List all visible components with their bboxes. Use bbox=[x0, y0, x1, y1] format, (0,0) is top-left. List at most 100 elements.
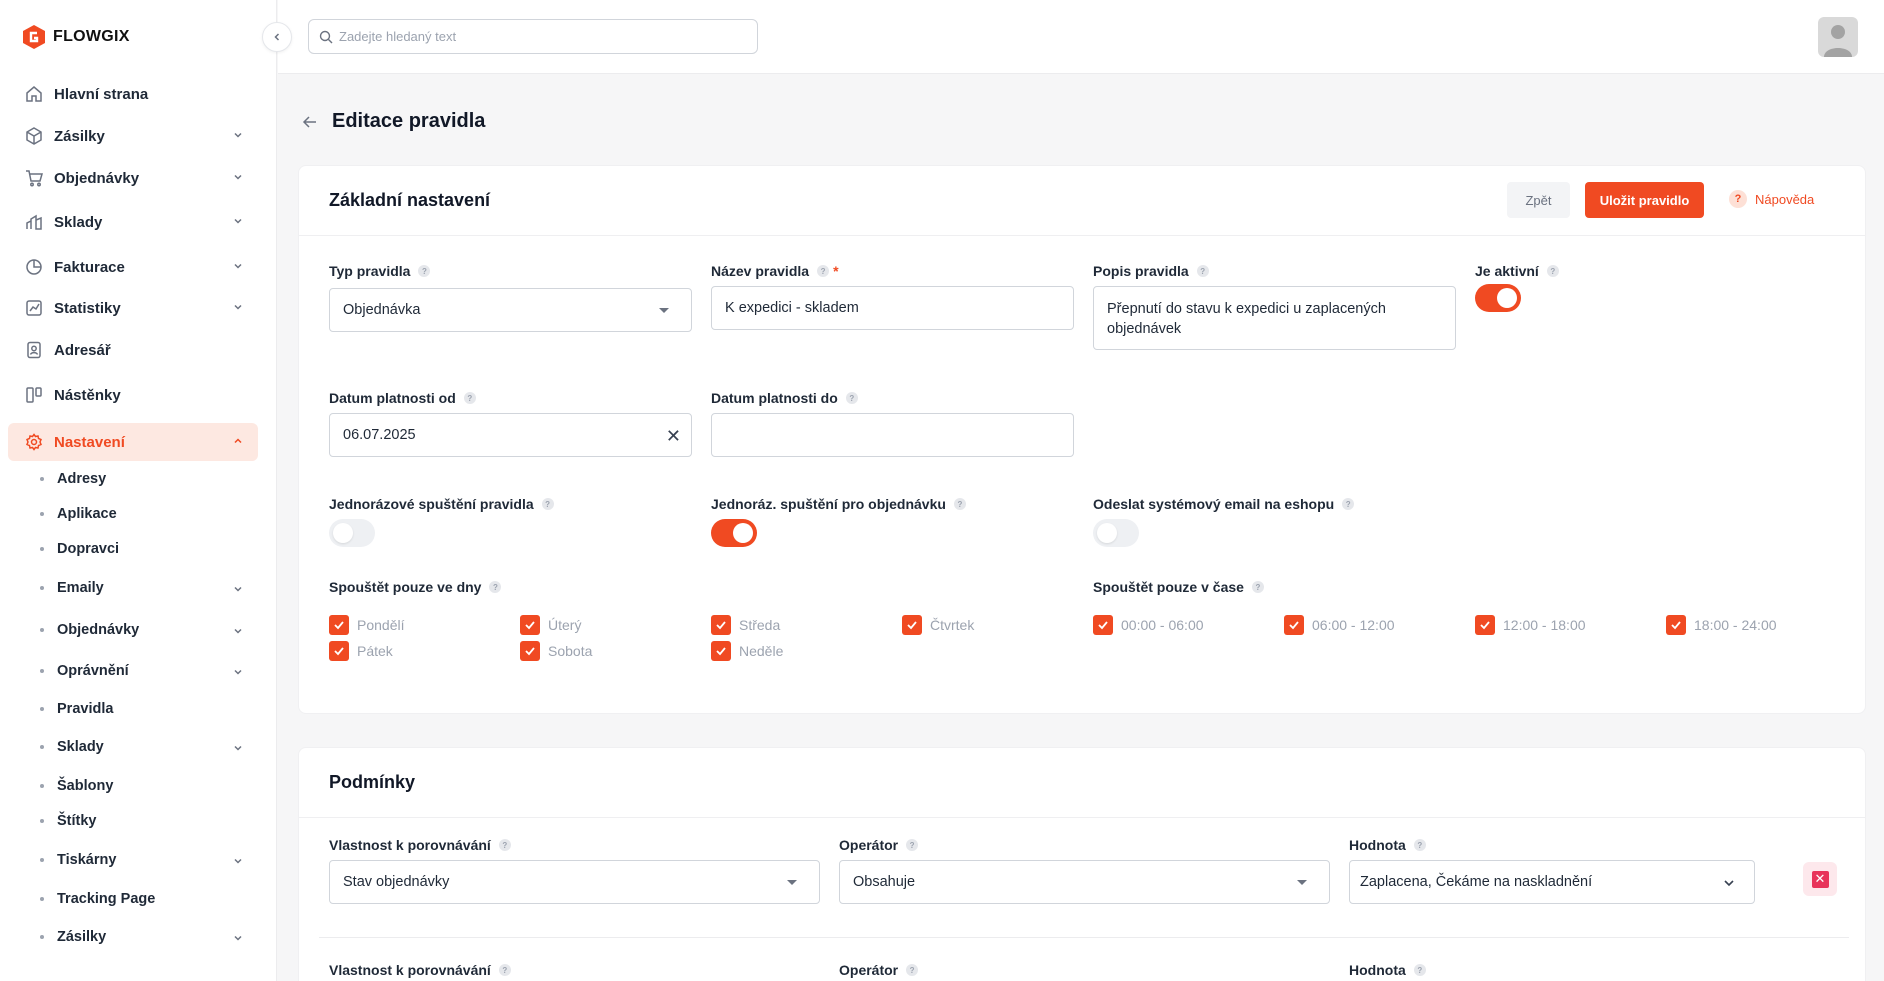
sidebar-subitem-tracking-page[interactable]: Tracking Page bbox=[40, 885, 258, 913]
day-checkbox-saturday[interactable]: Sobota bbox=[520, 641, 592, 661]
value-select[interactable]: Zaplacena, Čekáme na naskladnění bbox=[1349, 860, 1755, 904]
sidebar-subitem-apps[interactable]: Aplikace bbox=[40, 500, 258, 528]
sidebar-item-shipments[interactable]: Zásilky bbox=[8, 117, 258, 155]
page-header: Editace pravidla bbox=[302, 110, 485, 133]
info-icon[interactable]: ? bbox=[1251, 581, 1264, 593]
info-icon[interactable]: ? bbox=[1413, 964, 1426, 976]
time-checkbox-1[interactable]: 06:00 - 12:00 bbox=[1284, 615, 1395, 635]
chevron-down-icon bbox=[234, 858, 242, 864]
sidebar-subitem-templates[interactable]: Šablony bbox=[40, 772, 258, 800]
info-icon[interactable]: ? bbox=[498, 964, 511, 976]
valid-from-input[interactable]: 06.07.2025 ✕ bbox=[329, 413, 692, 457]
sidebar-subitem-shipments[interactable]: Zásilky bbox=[40, 923, 258, 951]
sidebar-subitem-warehouses[interactable]: Sklady bbox=[40, 733, 258, 761]
sidebar-subitem-rules[interactable]: Pravidla bbox=[40, 695, 258, 723]
one-time-order-toggle[interactable] bbox=[711, 519, 757, 547]
sidebar-item-warehouses[interactable]: Sklady bbox=[8, 203, 258, 241]
checkmark-icon bbox=[329, 615, 349, 635]
chevron-up-icon bbox=[234, 438, 242, 444]
sidebar-subitem-printers[interactable]: Tiskárny bbox=[40, 846, 258, 874]
info-icon[interactable]: ? bbox=[906, 839, 919, 851]
bullet-dot bbox=[40, 858, 44, 862]
info-icon[interactable]: ? bbox=[541, 498, 554, 510]
one-time-toggle[interactable] bbox=[329, 519, 375, 547]
avatar[interactable] bbox=[1818, 17, 1858, 57]
valid-to-input[interactable] bbox=[711, 413, 1074, 457]
input-value: 06.07.2025 bbox=[343, 427, 416, 443]
day-checkbox-friday[interactable]: Pátek bbox=[329, 641, 393, 661]
checkmark-icon bbox=[1475, 615, 1495, 635]
description-textarea[interactable]: Přepnutí do stavu k expedici u zaplacený… bbox=[1093, 286, 1456, 350]
sidebar-item-address-book[interactable]: Adresář bbox=[8, 331, 258, 369]
sidebar-item-statistics[interactable]: Statistiky bbox=[8, 289, 258, 327]
rule-type-select[interactable]: Objednávka bbox=[329, 288, 692, 332]
info-icon[interactable]: ? bbox=[1342, 498, 1355, 510]
info-icon[interactable]: ? bbox=[953, 498, 966, 510]
save-rule-button[interactable]: Uložit pravidlo bbox=[1585, 182, 1704, 218]
info-icon[interactable]: ? bbox=[845, 392, 858, 404]
info-icon[interactable]: ? bbox=[1546, 265, 1559, 277]
sidebar-subitem-orders[interactable]: Objednávky bbox=[40, 616, 258, 644]
clear-icon[interactable]: ✕ bbox=[666, 426, 681, 447]
info-icon[interactable]: ? bbox=[489, 581, 502, 593]
sidebar-item-settings[interactable]: Nastavení bbox=[8, 423, 258, 461]
day-checkbox-wednesday[interactable]: Středa bbox=[711, 615, 780, 635]
sidebar-item-dashboards[interactable]: Nástěnky bbox=[8, 376, 258, 414]
sidebar-subitem-label: Šablony bbox=[57, 778, 114, 794]
sidebar-subitem-permissions[interactable]: Oprávnění bbox=[40, 657, 258, 685]
back-button[interactable]: Zpět bbox=[1507, 182, 1570, 218]
sidebar: FLOWGIX Hlavní strana Zásilky Objednávky… bbox=[0, 0, 277, 981]
chevron-down-icon bbox=[234, 132, 242, 138]
gear-icon bbox=[24, 432, 44, 452]
sidebar-item-label: Zásilky bbox=[54, 127, 105, 145]
arrow-left-icon[interactable] bbox=[302, 114, 318, 130]
time-checkbox-0[interactable]: 00:00 - 06:00 bbox=[1093, 615, 1204, 635]
day-checkbox-thursday[interactable]: Čtvrtek bbox=[902, 615, 974, 635]
info-icon[interactable]: ? bbox=[1196, 265, 1209, 277]
info-icon[interactable]: ? bbox=[463, 392, 476, 404]
sidebar-item-invoicing[interactable]: Fakturace bbox=[8, 248, 258, 286]
info-icon[interactable]: ? bbox=[906, 964, 919, 976]
select-value: Objednávka bbox=[343, 302, 421, 318]
card-header: Základní nastavení Zpět Uložit pravidlo … bbox=[299, 166, 1865, 236]
bullet-dot bbox=[40, 628, 44, 632]
operator-label-2: Operátor? bbox=[839, 962, 919, 978]
info-icon[interactable]: ? bbox=[817, 265, 830, 277]
sidebar-subitem-carriers[interactable]: Dopravci bbox=[40, 535, 258, 563]
day-checkbox-sunday[interactable]: Neděle bbox=[711, 641, 783, 661]
search-box[interactable] bbox=[308, 19, 758, 54]
checkbox-label: Úterý bbox=[548, 617, 582, 633]
time-checkbox-3[interactable]: 18:00 - 24:00 bbox=[1666, 615, 1777, 635]
help-button[interactable]: ? Nápověda bbox=[1729, 190, 1814, 208]
valid-from-label: Datum platnosti od? bbox=[329, 390, 476, 406]
send-email-toggle[interactable] bbox=[1093, 519, 1139, 547]
search-icon bbox=[319, 30, 333, 43]
sidebar-item-orders[interactable]: Objednávky bbox=[8, 159, 258, 197]
collapse-sidebar-button[interactable] bbox=[262, 22, 292, 52]
home-icon bbox=[24, 84, 44, 104]
active-toggle[interactable] bbox=[1475, 284, 1521, 312]
time-checkbox-2[interactable]: 12:00 - 18:00 bbox=[1475, 615, 1586, 635]
property-select[interactable]: Stav objednávky bbox=[329, 860, 820, 904]
property-label-2: Vlastnost k porovnávání? bbox=[329, 962, 511, 978]
sidebar-item-home[interactable]: Hlavní strana bbox=[8, 75, 258, 113]
label-text: Spouštět pouze ve dny bbox=[329, 579, 482, 595]
day-checkbox-monday[interactable]: Pondělí bbox=[329, 615, 404, 635]
day-checkbox-tuesday[interactable]: Úterý bbox=[520, 615, 581, 635]
remove-condition-button[interactable]: ✕ bbox=[1803, 862, 1837, 896]
rule-name-input[interactable]: K expedici - skladem bbox=[711, 286, 1074, 330]
logo[interactable]: FLOWGIX bbox=[23, 25, 130, 49]
info-icon[interactable]: ? bbox=[418, 265, 431, 277]
operator-select[interactable]: Obsahuje bbox=[839, 860, 1330, 904]
info-icon[interactable]: ? bbox=[498, 839, 511, 851]
value-label: Hodnota? bbox=[1349, 837, 1426, 853]
textarea-value: Přepnutí do stavu k expedici u zaplacený… bbox=[1107, 301, 1386, 337]
sidebar-subitem-emails[interactable]: Emaily bbox=[40, 574, 258, 602]
sidebar-subitem-label: Objednávky bbox=[57, 622, 140, 638]
info-icon[interactable]: ? bbox=[1413, 839, 1426, 851]
sidebar-subitem-labels[interactable]: Štítky bbox=[40, 807, 258, 835]
search-input[interactable] bbox=[339, 29, 739, 44]
valid-to-label: Datum platnosti do? bbox=[711, 390, 858, 406]
sidebar-subitem-addresses[interactable]: Adresy bbox=[40, 465, 258, 493]
label-text: Hodnota bbox=[1349, 837, 1406, 853]
